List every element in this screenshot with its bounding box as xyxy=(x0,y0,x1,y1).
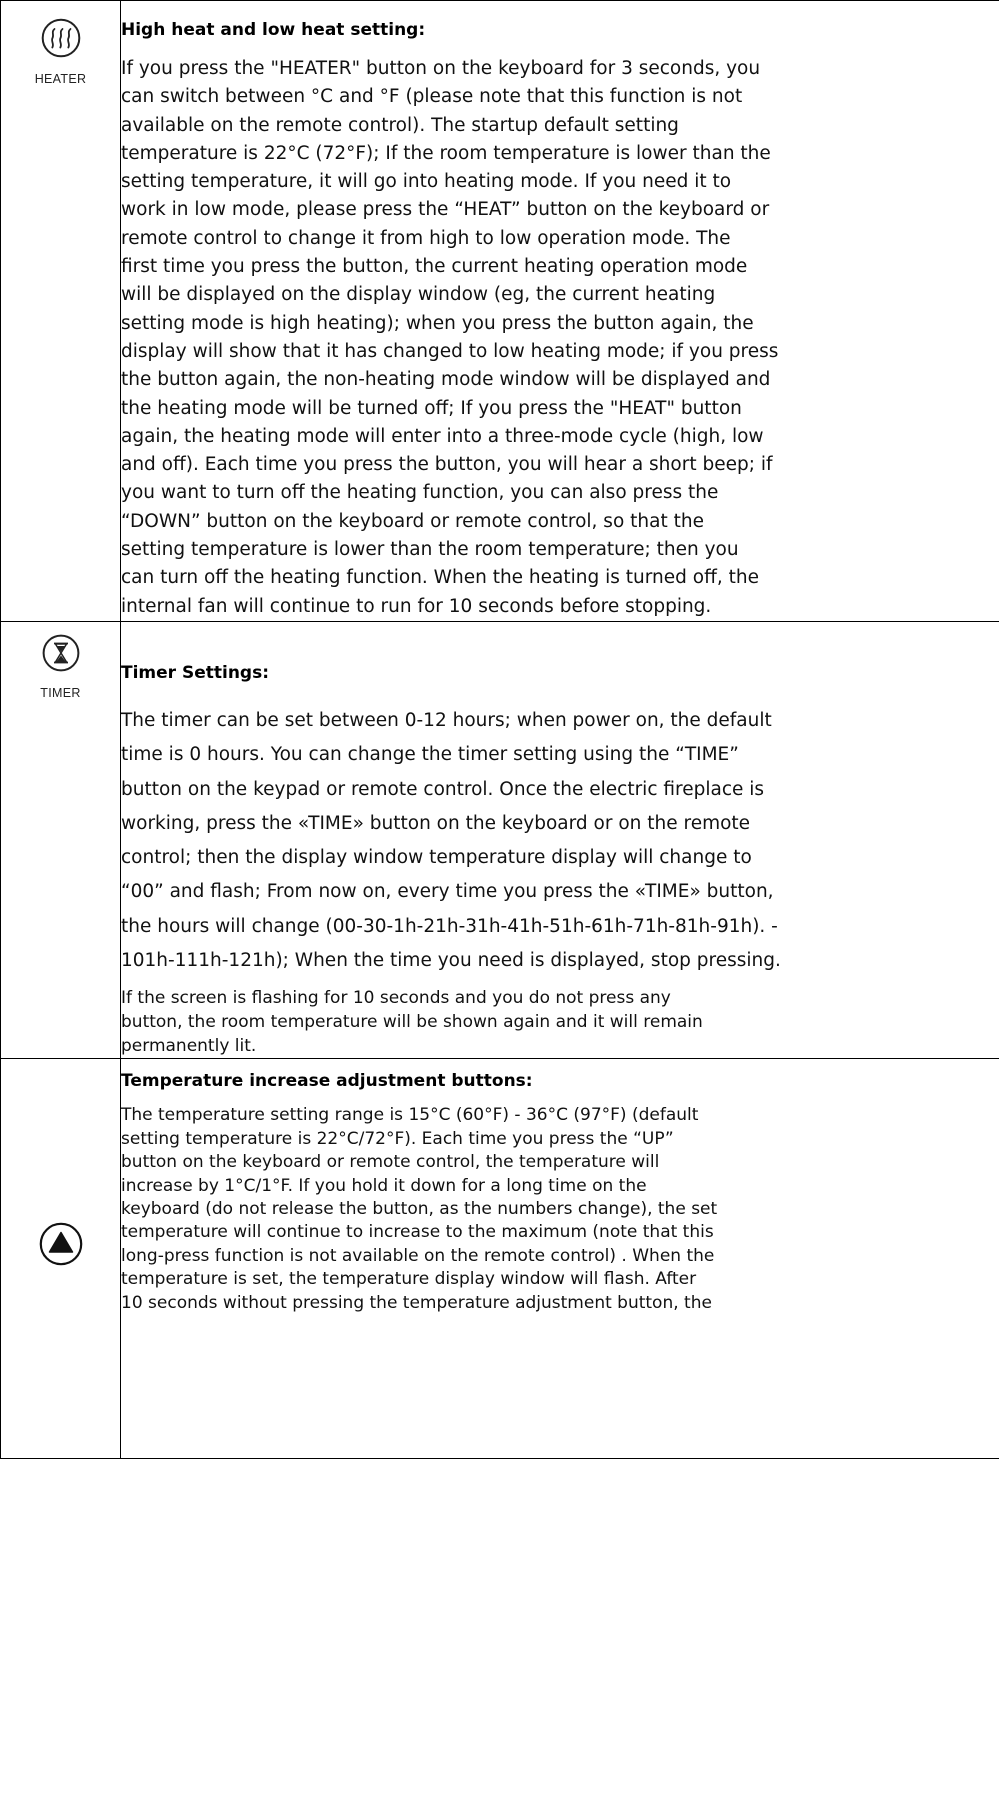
body-line: increase by 1°C/1°F. If you hold it down… xyxy=(121,1175,647,1196)
section-note-timer: If the screen is flashing for 10 seconds… xyxy=(121,986,999,1058)
body-line: button on the keypad or remote control. … xyxy=(121,778,765,800)
icon-cell-timer: TIMER xyxy=(0,620,121,1060)
hourglass-icon xyxy=(42,634,79,672)
heater-wave-icon xyxy=(41,18,80,58)
body-line: button, the room temperature will be sho… xyxy=(121,1012,703,1033)
body-line: internal fan will continue to run for 10… xyxy=(121,595,712,617)
text-cell-temp-up: Temperature increase adjustment buttons:… xyxy=(120,1058,999,1460)
body-line: setting temperature is lower than the ro… xyxy=(121,539,739,561)
body-line: setting mode is high heating); when you … xyxy=(121,312,754,334)
body-line: If you press the "HEATER" button on the … xyxy=(121,58,761,79)
body-line: working, press the «TIME» button on the … xyxy=(121,812,751,834)
body-line: the heating mode will be turned off; If … xyxy=(121,397,742,419)
body-line: can switch between °C and °F (please not… xyxy=(121,86,743,108)
body-line: permanently lit. xyxy=(121,1036,257,1057)
body-line: again, the heating mode will enter into … xyxy=(121,425,764,447)
section-body-timer: The timer can be set between 0-12 hours;… xyxy=(121,704,999,978)
body-line: keyboard (do not release the button, as … xyxy=(121,1198,718,1219)
section-title-heater: High heat and low heat setting: xyxy=(121,20,426,40)
body-line: long-press function is not available on … xyxy=(121,1245,715,1266)
icon-label-heater: HEATER xyxy=(34,72,87,86)
body-line: display will show that it has changed to… xyxy=(121,340,779,362)
body-line: time is 0 hours. You can change the time… xyxy=(121,744,739,766)
body-line: temperature is 22°C (72°F); If the room … xyxy=(121,142,771,164)
body-line: first time you press the button, the cur… xyxy=(121,256,748,278)
body-line: setting temperature is 22°C/72°F). Each … xyxy=(121,1128,674,1149)
section-title-timer: Timer Settings: xyxy=(121,662,270,683)
section-body-temp-up: The temperature setting range is 15°C (6… xyxy=(121,1104,999,1315)
body-line: 101h-111h-121h); When the time you need … xyxy=(121,950,781,972)
body-line: “DOWN” button on the keyboard or remote … xyxy=(121,510,704,532)
text-cell-timer: Timer Settings: The timer can be set bet… xyxy=(120,620,999,1060)
body-line: and off). Each time you press the button… xyxy=(121,454,773,476)
body-line: setting temperature, it will go into hea… xyxy=(121,171,732,193)
body-line: “00” and flash; From now on, every time … xyxy=(121,881,774,903)
body-line: will be displayed on the display window … xyxy=(121,284,716,306)
instruction-table: HEATER High heat and low heat setting: I… xyxy=(0,0,999,1460)
body-line: The timer can be set between 0-12 hours;… xyxy=(121,709,772,731)
body-line: button on the keyboard or remote control… xyxy=(121,1152,660,1173)
body-line: remote control to change it from high to… xyxy=(121,227,731,249)
manual-page: HEATER High heat and low heat setting: I… xyxy=(0,0,999,1805)
body-line: the button again, the non-heating mode w… xyxy=(121,369,771,391)
icon-cell-heater: HEATER xyxy=(0,0,121,622)
body-line: 10 seconds without pressing the temperat… xyxy=(121,1292,712,1313)
icon-cell-temp-up xyxy=(0,1058,121,1460)
body-line: temperature will continue to increase to… xyxy=(121,1222,714,1243)
table-row-temp-up: Temperature increase adjustment buttons:… xyxy=(0,1058,999,1460)
body-line: The temperature setting range is 15°C (6… xyxy=(121,1105,699,1126)
table-row-timer: TIMER Timer Settings: The timer can be s… xyxy=(0,620,999,1060)
section-body-heater: If you press the "HEATER" button on the … xyxy=(121,55,999,621)
table-row-heater: HEATER High heat and low heat setting: I… xyxy=(0,0,999,622)
body-line: available on the remote control). The st… xyxy=(121,114,679,136)
up-triangle-icon xyxy=(39,1222,82,1266)
body-line: can turn off the heating function. When … xyxy=(121,567,759,589)
body-line: If the screen is flashing for 10 seconds… xyxy=(121,988,671,1009)
section-title-temp-up: Temperature increase adjustment buttons: xyxy=(121,1071,533,1092)
body-line: work in low mode, please press the “HEAT… xyxy=(121,199,770,221)
body-line: you want to turn off the heating functio… xyxy=(121,482,719,504)
body-line: temperature is set, the temperature disp… xyxy=(121,1269,697,1290)
text-cell-heater: High heat and low heat setting: If you p… xyxy=(120,0,999,622)
body-line: control; then the display window tempera… xyxy=(121,847,752,869)
body-line: the hours will change (00-30-1h-21h-31h-… xyxy=(121,915,778,937)
icon-label-timer: TIMER xyxy=(40,685,81,700)
